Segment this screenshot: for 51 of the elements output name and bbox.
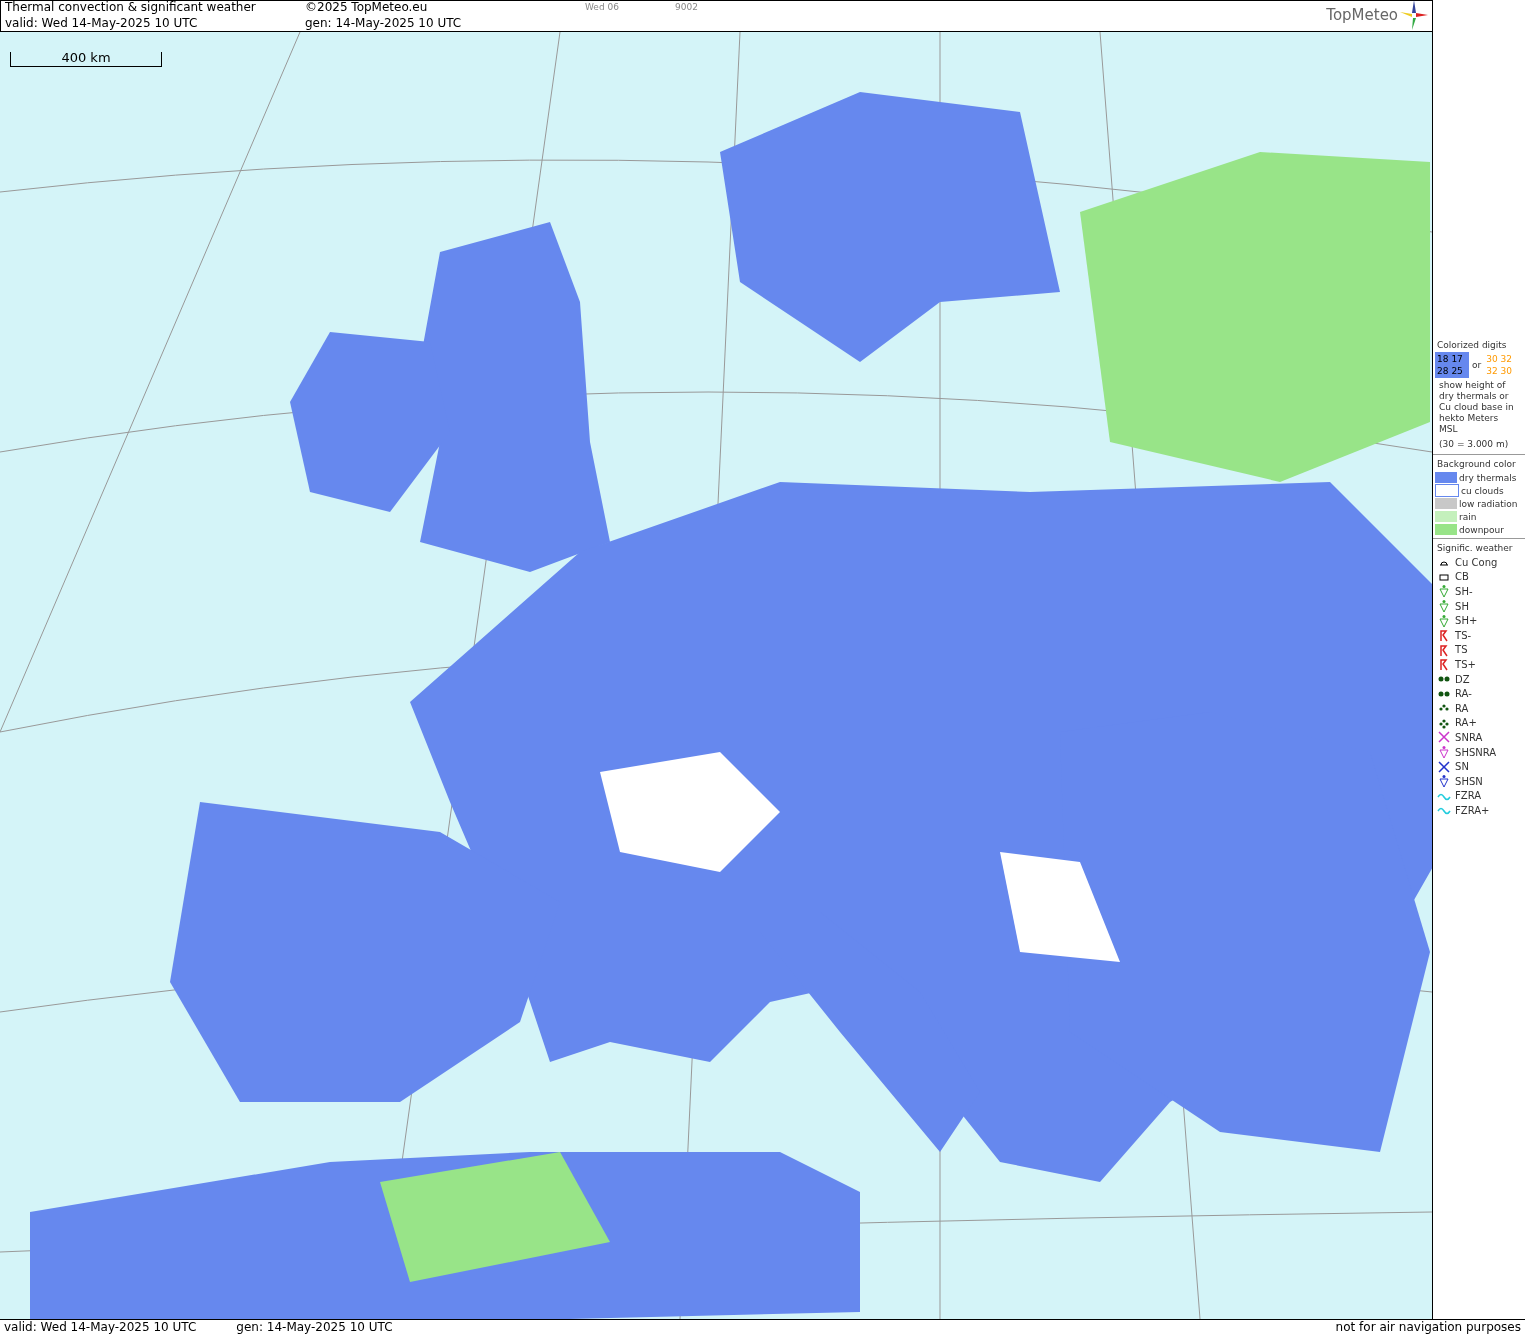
legend-label: RA+ [1455, 717, 1477, 729]
disclaimer-text: not for air navigation purposes [1335, 1320, 1521, 1335]
legend-description: show height of dry thermals or Cu cloud base in hekto Meters MSL [1438, 379, 1515, 436]
valid-time: valid: Wed 14-May-2025 10 UTC [5, 15, 199, 31]
legend-label: downpour [1459, 524, 1504, 535]
legend-label: TS+ [1455, 658, 1476, 670]
legend-label: CB [1455, 571, 1469, 583]
chart-code: 9002 [675, 1, 698, 14]
legend-label: TS- [1455, 629, 1472, 641]
legend-label: DZ [1455, 673, 1470, 685]
legend-title: Background color [1436, 458, 1517, 471]
weather-symbol-icon [1437, 759, 1452, 774]
legend-label: FZRA [1455, 790, 1482, 802]
legend-label: SHSNRA [1455, 746, 1497, 758]
weather-symbol-icon [1437, 730, 1452, 745]
legend-label: SHSN [1455, 775, 1483, 787]
legend-label: SH- [1455, 586, 1473, 597]
legend-label: low radiation [1459, 498, 1518, 509]
legend-label: SH+ [1455, 615, 1478, 627]
weather-symbol-icon [1437, 745, 1452, 759]
legend-label: TS [1455, 644, 1468, 656]
weather-symbol-icon [1437, 690, 1452, 697]
legend-label: RA- [1455, 688, 1472, 700]
legend-label: dry thermals [1459, 472, 1517, 483]
legend-label: Cu Cong [1455, 556, 1498, 568]
weather-symbol-icon [1437, 613, 1452, 628]
legend-label: SNRA [1455, 731, 1483, 743]
generated-time: gen: 14-May-2025 10 UTC [236, 1320, 393, 1335]
legend-label: SH [1455, 600, 1469, 612]
legend-title: Colorized digits [1436, 339, 1508, 352]
copyright-text: ©2025 TopMeteo.eu [305, 0, 429, 15]
weather-symbol-icon [1437, 584, 1452, 599]
legend-label: SN [1455, 761, 1469, 773]
legend-label: FZRA+ [1455, 804, 1490, 816]
digit-sample: 30 32 32 30 [1485, 353, 1514, 378]
weather-symbol-icon [1437, 676, 1452, 683]
weather-symbol-icon [1437, 774, 1452, 789]
day-code: Wed 06 [585, 1, 620, 14]
legend-example: (30 = 3.000 m) [1438, 438, 1510, 451]
legend-label: rain [1459, 511, 1477, 522]
legend-title: Signific. weather [1436, 542, 1514, 555]
logo-text: TopMeteo [1326, 6, 1399, 24]
legend-label: RA [1455, 702, 1469, 714]
or-text: or [1472, 360, 1482, 370]
weather-symbol-icon [1437, 599, 1452, 614]
digit-sample: 18 17 28 25 [1435, 352, 1470, 378]
generated-time: gen: 14-May-2025 10 UTC [305, 15, 463, 31]
chart-title: Thermal convection & significant weather [5, 0, 257, 15]
valid-time: valid: Wed 14-May-2025 10 UTC [4, 1320, 197, 1335]
legend-label: cu clouds [1461, 485, 1504, 496]
scale-bar: 400 km [10, 52, 162, 67]
